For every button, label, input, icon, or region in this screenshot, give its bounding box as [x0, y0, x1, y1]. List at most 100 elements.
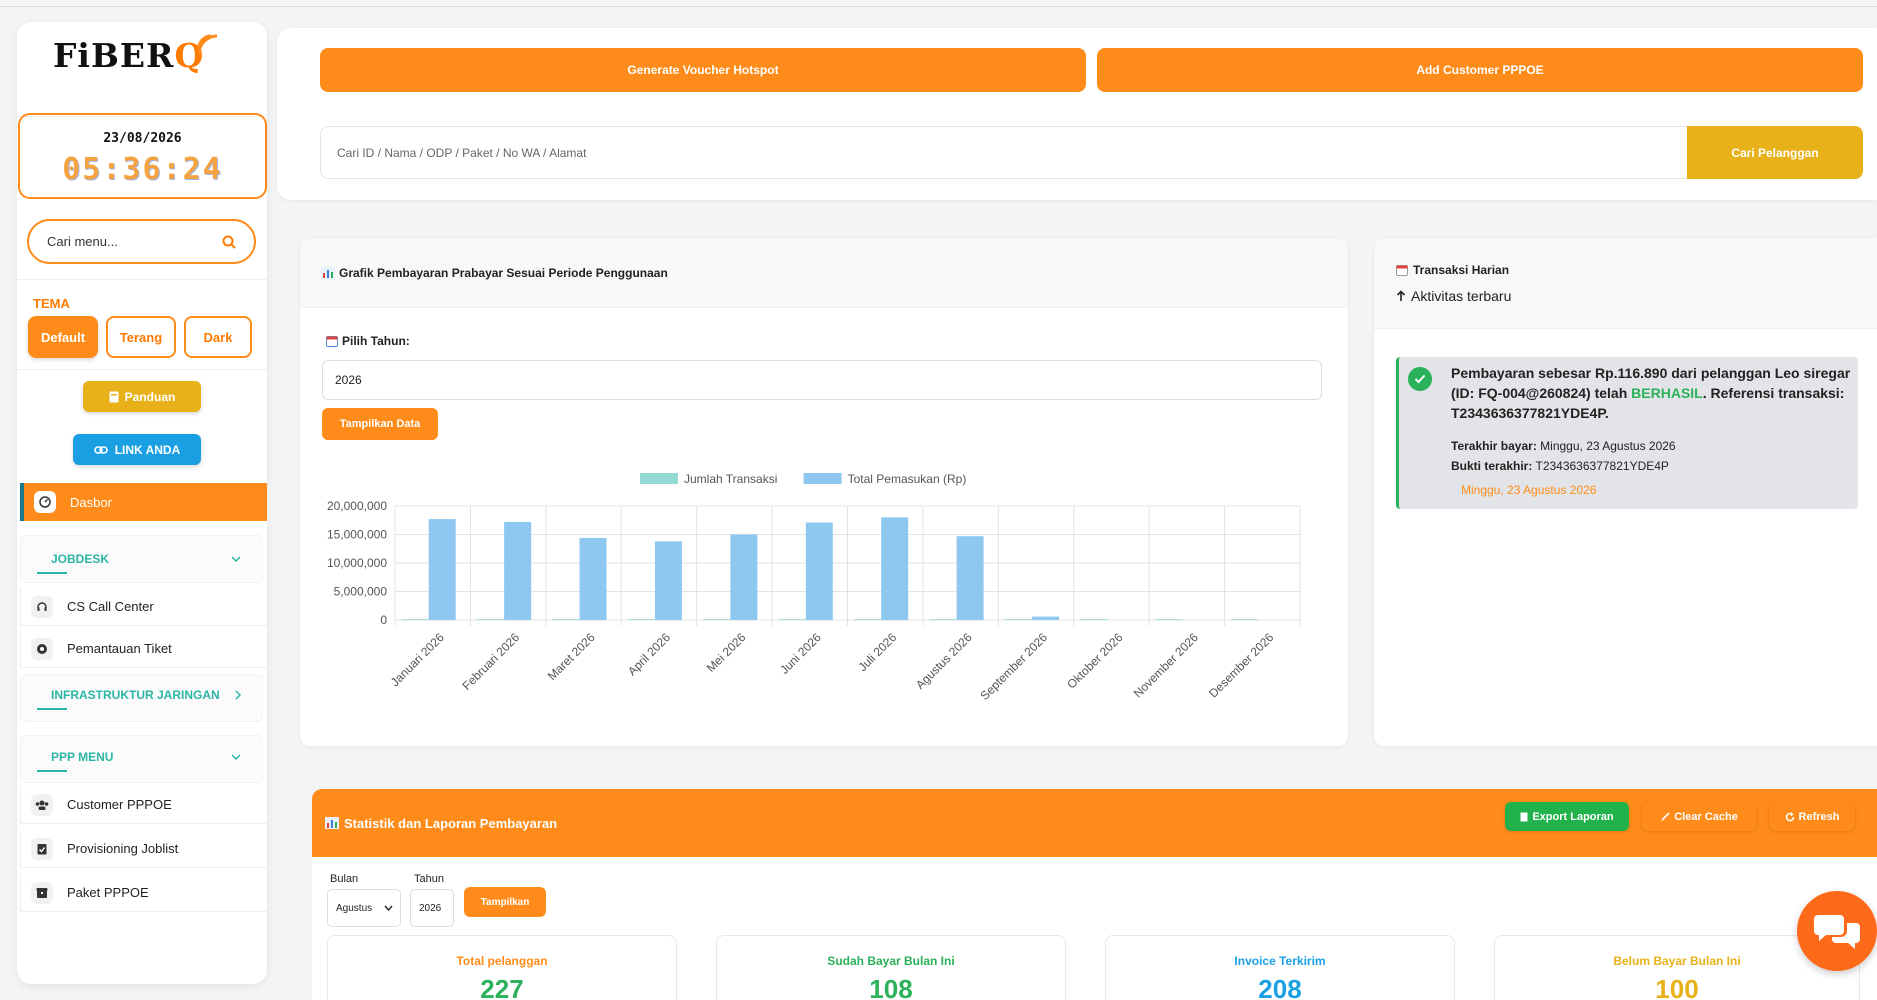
- transaction-message: Pembayaran sebesar Rp.116.890 dari pelan…: [1451, 363, 1851, 423]
- trx-title-text: Transaksi Harian: [1413, 263, 1510, 277]
- section-ppp-menu[interactable]: PPP MENU: [27, 738, 253, 776]
- logo-text: FiBERQ: [53, 36, 205, 75]
- calendar-icon: [1396, 265, 1408, 276]
- clear-cache-button[interactable]: Clear Cache: [1642, 802, 1756, 831]
- guide-button[interactable]: Panduan: [83, 381, 201, 412]
- bar-total-pemasukan: [805, 522, 833, 620]
- last-payment-label: Terakhir bayar:: [1451, 439, 1537, 453]
- generate-voucher-button[interactable]: Generate Voucher Hotspot: [320, 48, 1086, 92]
- y-tick-label: 20,000,000: [327, 499, 387, 513]
- dashboard-icon: [34, 491, 56, 513]
- chat-button[interactable]: [1797, 891, 1877, 971]
- sidebar-item-pemantauan-tiket[interactable]: Pemantauan Tiket: [20, 630, 267, 668]
- headset-icon: [31, 595, 53, 618]
- sidebar-item-label: Paket PPPOE: [67, 885, 149, 900]
- box-icon: [31, 881, 53, 904]
- sidebar-item-label: Pemantauan Tiket: [67, 641, 172, 656]
- last-proof-value: T2343636377821YDE4P: [1535, 459, 1669, 473]
- search-icon[interactable]: [222, 235, 236, 249]
- your-link-label: LINK ANDA: [114, 442, 181, 457]
- theme-dark-button[interactable]: Dark: [184, 316, 252, 358]
- menu-search-input[interactable]: Cari menu...: [27, 219, 256, 264]
- guide-label: Panduan: [124, 389, 176, 404]
- stat-label: Total pelanggan: [456, 954, 548, 968]
- broom-icon: [1661, 811, 1670, 821]
- payment-bar-chart: Jumlah Transaksi Total Pemasukan (Rp) 0 5,0…: [327, 472, 1301, 703]
- sidebar-item-provisioning-joblist[interactable]: Provisioning Joblist: [20, 830, 267, 868]
- y-tick-label: 0: [380, 613, 387, 627]
- transaction-item[interactable]: Pembayaran sebesar Rp.116.890 dari pelan…: [1396, 357, 1858, 509]
- trx-header: Transaksi Harian Aktivitas terbaru: [1374, 238, 1877, 329]
- bar-jumlah-transaksi: [1005, 619, 1033, 620]
- sidebar-item-customer-pppoe[interactable]: Customer PPPOE: [20, 786, 267, 824]
- sidebar: FiBERQ 23/08/2026 05:36:24 Cari menu... …: [17, 22, 267, 984]
- theme-light-button[interactable]: Terang: [106, 316, 176, 358]
- refresh-button[interactable]: Refresh: [1769, 802, 1855, 831]
- divider: [17, 369, 267, 370]
- link-icon: [93, 445, 108, 454]
- stats-title: Statistik dan Laporan Pembayaran: [344, 815, 558, 831]
- stat-value: 227: [480, 974, 524, 1000]
- section-jobdesk[interactable]: JOBDESK: [27, 540, 253, 578]
- stat-value: 108: [869, 974, 913, 1000]
- bar-jumlah-transaksi: [929, 619, 957, 620]
- payment-chart-card: Grafik Pembayaran Prabayar Sesuai Period…: [300, 238, 1348, 746]
- chat-bubbles-icon: [1814, 915, 1860, 949]
- x-tick-label: Februari 2026: [460, 630, 523, 693]
- chevron-right-icon: [235, 690, 241, 700]
- sidebar-item-paket-pppoe[interactable]: Paket PPPOE: [20, 874, 267, 912]
- year-input[interactable]: 2026: [322, 360, 1322, 400]
- search-customer-button[interactable]: Cari Pelanggan: [1687, 126, 1863, 179]
- bar-total-pemasukan: [504, 521, 532, 620]
- last-payment-value: Minggu, 23 Agustus 2026: [1540, 439, 1676, 453]
- x-tick-label: Januari 2026: [388, 630, 447, 689]
- menu-search-placeholder: Cari menu...: [47, 234, 118, 249]
- theme-label: TEMA: [33, 296, 70, 311]
- year-picker-text: Pilih Tahun:: [342, 334, 410, 348]
- show-data-button[interactable]: Tampilkan Data: [322, 408, 438, 440]
- last-payment-line: Terakhir bayar: Minggu, 23 Agustus 2026: [1451, 439, 1676, 453]
- trx-title: Transaksi Harian: [1396, 263, 1877, 277]
- sidebar-item-label: CS Call Center: [67, 599, 154, 614]
- year-picker-label: Pilih Tahun:: [326, 334, 410, 348]
- fiberq-logo[interactable]: FiBERQ: [53, 34, 218, 75]
- stat-card-invoice-sent: Invoice Terkirim 208: [1105, 935, 1455, 1000]
- bar-jumlah-transaksi: [627, 619, 655, 620]
- section-label: PPP MENU: [51, 750, 114, 764]
- your-link-button[interactable]: LINK ANDA: [73, 434, 201, 465]
- section-label: JOBDESK: [51, 552, 110, 566]
- stat-card-paid: Sudah Bayar Bulan Ini 108: [716, 935, 1066, 1000]
- section-infrastruktur[interactable]: INFRASTRUKTUR JARINGAN: [27, 676, 253, 714]
- transaction-date: Minggu, 23 Agustus 2026: [1461, 483, 1597, 497]
- bar-total-pemasukan: [428, 519, 456, 620]
- x-tick-label: Juni 2026: [777, 630, 824, 677]
- theme-default-button[interactable]: Default: [28, 316, 98, 358]
- divider: [17, 279, 267, 280]
- sidebar-item-cs-call-center[interactable]: CS Call Center: [20, 588, 267, 626]
- export-report-button[interactable]: Export Laporan: [1505, 802, 1629, 831]
- bar-jumlah-transaksi: [401, 619, 429, 620]
- stat-value: 100: [1655, 974, 1699, 1000]
- bar-jumlah-transaksi: [552, 619, 580, 620]
- wifi-icon: [197, 34, 218, 55]
- stat-value: 208: [1258, 974, 1302, 1000]
- month-value: Agustus: [336, 902, 373, 914]
- show-stats-button[interactable]: Tampilkan: [464, 887, 546, 917]
- clock-widget: 23/08/2026 05:36:24: [18, 113, 267, 199]
- month-select[interactable]: Agustus: [327, 889, 401, 927]
- legend-swatch: [803, 473, 842, 484]
- bar-jumlah-transaksi: [477, 619, 505, 620]
- customer-search-input[interactable]: Cari ID / Nama / ODP / Paket / No WA / A…: [320, 126, 1863, 179]
- theme-selector: Default Terang Dark: [28, 316, 252, 358]
- bar-total-pemasukan: [881, 517, 909, 620]
- add-customer-button[interactable]: Add Customer PPPOE: [1097, 48, 1863, 92]
- bar-total-pemasukan: [1032, 616, 1060, 620]
- sidebar-item-dasbor[interactable]: Dasbor: [20, 483, 267, 521]
- trx-subtitle: Aktivitas terbaru: [1396, 288, 1877, 304]
- year-select[interactable]: 2026: [410, 889, 454, 927]
- gauge-icon: [31, 637, 53, 660]
- calendar-icon: [326, 336, 338, 347]
- clipboard-check-icon: [31, 837, 53, 860]
- x-tick-label: Desember 2026: [1206, 630, 1277, 701]
- x-tick-label: Mei 2026: [704, 630, 749, 675]
